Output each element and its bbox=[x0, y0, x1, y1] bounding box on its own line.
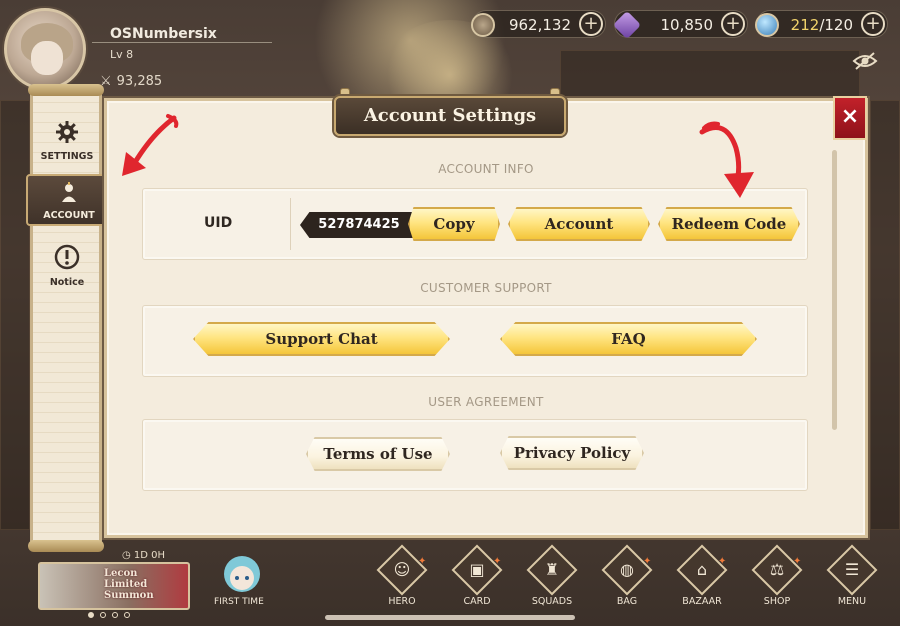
uid-divider bbox=[290, 198, 291, 250]
nav-shop[interactable]: ⚖ ✦ SHOP bbox=[749, 544, 805, 607]
add-gems-button[interactable]: + bbox=[721, 12, 745, 36]
privacy-policy-button[interactable]: Privacy Policy bbox=[500, 436, 644, 470]
gold-coin-icon bbox=[471, 13, 495, 37]
support-chat-button[interactable]: Support Chat bbox=[193, 322, 450, 356]
clock-icon: ◷ bbox=[122, 550, 134, 561]
first-time-label: FIRST TIME bbox=[214, 597, 264, 607]
uid-label: UID bbox=[204, 215, 233, 231]
pagination-dot[interactable] bbox=[124, 612, 130, 618]
tab-account[interactable]: ACCOUNT bbox=[26, 174, 112, 226]
banner-text: Lecon Limited Summon bbox=[104, 568, 154, 601]
tab-settings[interactable]: SETTINGS bbox=[34, 120, 100, 162]
redeem-code-button[interactable]: Redeem Code bbox=[658, 207, 800, 241]
player-name: OSNumbersix bbox=[110, 26, 217, 42]
copy-uid-button[interactable]: Copy bbox=[408, 207, 500, 241]
stamina-orb-icon bbox=[755, 13, 779, 37]
terms-of-use-button[interactable]: Terms of Use bbox=[306, 437, 450, 471]
nav-menu[interactable]: ☰ MENU bbox=[824, 544, 880, 607]
stamina-value: 212/120 bbox=[790, 16, 853, 34]
menu-icon: ☰ bbox=[844, 560, 860, 579]
banner-timer: ◷ 1D 0H bbox=[122, 550, 166, 561]
nav-squads[interactable]: ♜ SQUADS bbox=[524, 544, 580, 607]
gem-value: 10,850 bbox=[660, 16, 714, 34]
nav-card[interactable]: ▣ ✦ CARD bbox=[449, 544, 505, 607]
tab-notice-label: Notice bbox=[49, 277, 85, 288]
customer-support-heading: CUSTOMER SUPPORT bbox=[420, 281, 552, 295]
red-arrow-annotation-left bbox=[122, 114, 179, 176]
nav-bazaar[interactable]: ⌂ ✦ BAZAAR bbox=[674, 544, 730, 607]
player-level: Lv 8 bbox=[110, 48, 134, 61]
power-value: 93,285 bbox=[116, 74, 163, 89]
account-button[interactable]: Account bbox=[508, 207, 650, 241]
home-indicator-bar[interactable] bbox=[325, 615, 575, 620]
red-arrow-annotation-right bbox=[699, 121, 754, 198]
user-agreement-box bbox=[142, 419, 808, 491]
player-avatar[interactable] bbox=[4, 8, 86, 90]
gem-icon bbox=[612, 10, 642, 40]
user-agreement-heading: USER AGREEMENT bbox=[428, 395, 544, 409]
rail-bottom-cap bbox=[28, 540, 104, 552]
nav-bag[interactable]: ◍ ✦ BAG bbox=[599, 544, 655, 607]
account-icon bbox=[57, 182, 81, 207]
squads-icon: ♜ bbox=[544, 560, 560, 579]
tab-account-label: ACCOUNT bbox=[43, 210, 95, 221]
tab-settings-label: SETTINGS bbox=[40, 151, 94, 162]
hide-ui-eye-icon[interactable] bbox=[852, 50, 878, 72]
uid-value: 527874425 bbox=[300, 212, 418, 238]
name-underline bbox=[92, 42, 272, 43]
pagination-dot[interactable] bbox=[112, 612, 118, 618]
pagination-dot[interactable] bbox=[100, 612, 106, 618]
faq-button[interactable]: FAQ bbox=[500, 322, 757, 356]
gear-icon bbox=[34, 120, 100, 147]
close-button[interactable]: × bbox=[833, 96, 867, 140]
gold-currency: 962,132 + bbox=[471, 10, 606, 38]
gold-value: 962,132 bbox=[508, 16, 571, 34]
gem-currency: 10,850 + bbox=[612, 10, 748, 40]
nav-hero[interactable]: ☺ ✦ HERO bbox=[374, 544, 430, 607]
rail-top-cap bbox=[28, 84, 104, 96]
banner-pagination bbox=[88, 612, 130, 618]
add-stamina-button[interactable]: + bbox=[861, 12, 885, 36]
panel-title: Account Settings bbox=[334, 96, 566, 136]
stamina-currency: 212/120 + bbox=[755, 10, 888, 38]
power-display: ⚔ 93,285 bbox=[100, 74, 162, 89]
exclamation-icon bbox=[34, 244, 100, 273]
tab-notice[interactable]: Notice bbox=[34, 244, 100, 288]
add-gold-button[interactable]: + bbox=[579, 12, 603, 36]
pagination-dot[interactable] bbox=[88, 612, 94, 618]
